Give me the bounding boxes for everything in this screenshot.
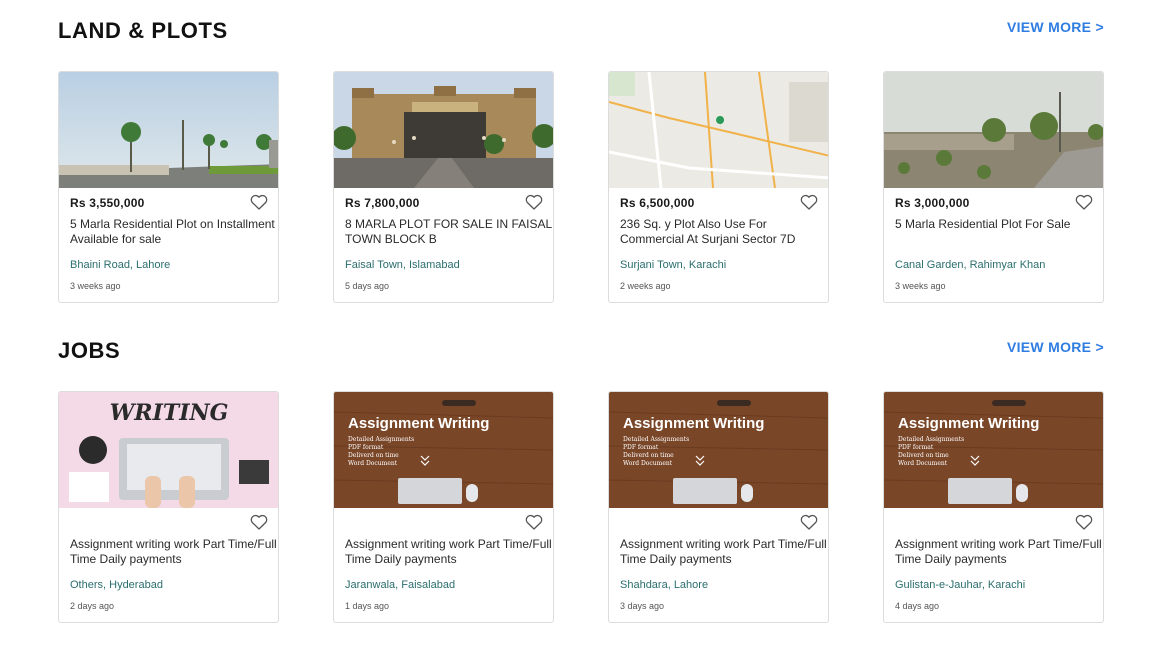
image-caption: Assignment Writing (348, 415, 489, 432)
jobs-section: JOBS VIEW MORE > WRITING Assignment writ… (58, 320, 1104, 623)
listing-location: Gulistan-e-Jauhar, Karachi (895, 579, 1026, 591)
image-caption: Assignment Writing (898, 415, 1039, 432)
listing-price: Rs 3,550,000 (70, 196, 145, 210)
listing-time: 5 days ago (345, 281, 390, 291)
listing-time: 1 days ago (345, 601, 390, 611)
section-title: JOBS (58, 338, 121, 363)
listing-card[interactable]: Rs 6,500,000 236 Sq. y Plot Also Use For… (608, 71, 829, 303)
listing-card[interactable]: Assignment Writing Detailed Assignments … (883, 391, 1104, 623)
favorite-heart-icon[interactable] (250, 194, 268, 210)
listing-title[interactable]: Assignment writing work Part Time/Full T… (895, 537, 1103, 567)
listing-time: 2 days ago (70, 601, 115, 611)
listing-location: Others, Hyderabad (70, 579, 163, 591)
listing-card[interactable]: Assignment Writing Detailed Assignments … (333, 391, 554, 623)
image-caption: Assignment Writing (623, 415, 764, 432)
image-bullet: Detailed Assignments (623, 436, 689, 443)
listing-image[interactable]: Assignment Writing Detailed Assignments … (884, 392, 1103, 508)
listing-image[interactable]: WRITING (59, 392, 278, 508)
listing-time: 3 weeks ago (70, 281, 121, 291)
listing-time: 3 days ago (620, 601, 665, 611)
listing-grid: WRITING Assignment writing work Part Tim… (58, 390, 1104, 623)
listing-location: Bhaini Road, Lahore (70, 259, 171, 271)
listing-price: Rs 6,500,000 (620, 196, 695, 210)
view-more-link[interactable]: VIEW MORE > (1007, 339, 1104, 355)
listing-time: 2 weeks ago (620, 281, 671, 291)
listing-title[interactable]: Assignment writing work Part Time/Full T… (620, 537, 828, 567)
listing-location: Canal Garden, Rahimyar Khan (895, 259, 1046, 271)
listing-price: Rs 7,800,000 (345, 196, 420, 210)
listing-card[interactable]: Rs 3,000,000 5 Marla Residential Plot Fo… (883, 71, 1104, 303)
listing-location: Shahdara, Lahore (620, 579, 709, 591)
image-bullet: PDF format (348, 444, 384, 451)
image-bullet: Word Document (898, 460, 948, 467)
listing-image[interactable] (334, 72, 553, 188)
image-bullet: Deliverd on time (348, 452, 399, 459)
listing-location: Faisal Town, Islamabad (345, 259, 460, 271)
listing-title[interactable]: 236 Sq. y Plot Also Use For Commercial A… (620, 217, 828, 247)
listing-image[interactable]: Assignment Writing Detailed Assignments … (609, 392, 828, 508)
listing-image[interactable] (59, 72, 278, 188)
image-bullet: Detailed Assignments (348, 436, 414, 443)
section-header: LAND & PLOTS VIEW MORE > (58, 0, 1104, 70)
favorite-heart-icon[interactable] (250, 514, 268, 530)
section-title: LAND & PLOTS (58, 18, 228, 43)
favorite-heart-icon[interactable] (1075, 514, 1093, 530)
listing-location: Jaranwala, Faisalabad (345, 579, 456, 591)
favorite-heart-icon[interactable] (1075, 194, 1093, 210)
image-bullet: Detailed Assignments (898, 436, 964, 443)
image-caption: WRITING (110, 400, 229, 426)
image-bullet: Word Document (623, 460, 673, 467)
listing-image[interactable] (609, 72, 828, 188)
listing-card[interactable]: Rs 3,550,000 5 Marla Residential Plot on… (58, 71, 279, 303)
land-plots-section: LAND & PLOTS VIEW MORE > Rs 3,550,000 5 … (58, 0, 1104, 303)
listing-card[interactable]: Rs 7,800,000 8 MARLA PLOT FOR SALE IN FA… (333, 71, 554, 303)
image-bullet: Deliverd on time (898, 452, 949, 459)
favorite-heart-icon[interactable] (800, 514, 818, 530)
listing-price: Rs 3,000,000 (895, 196, 970, 210)
image-bullet: Word Document (348, 460, 398, 467)
listing-time: 3 weeks ago (895, 281, 946, 291)
view-more-link[interactable]: VIEW MORE > (1007, 19, 1104, 35)
listing-image[interactable]: Assignment Writing Detailed Assignments … (334, 392, 553, 508)
favorite-heart-icon[interactable] (525, 514, 543, 530)
listing-image[interactable] (884, 72, 1103, 188)
image-bullet: PDF format (623, 444, 659, 451)
favorite-heart-icon[interactable] (525, 194, 543, 210)
listing-grid: Rs 3,550,000 5 Marla Residential Plot on… (58, 70, 1104, 303)
listing-title[interactable]: Assignment writing work Part Time/Full T… (345, 537, 553, 567)
image-bullet: PDF format (898, 444, 934, 451)
favorite-heart-icon[interactable] (800, 194, 818, 210)
listing-title[interactable]: 5 Marla Residential Plot For Sale (895, 217, 1103, 232)
listing-title[interactable]: 8 MARLA PLOT FOR SALE IN FAISAL TOWN BLO… (345, 217, 553, 247)
listing-title[interactable]: 5 Marla Residential Plot on Installment … (70, 217, 278, 247)
image-bullet: Deliverd on time (623, 452, 674, 459)
listing-card[interactable]: WRITING Assignment writing work Part Tim… (58, 391, 279, 623)
listing-card[interactable]: Assignment Writing Detailed Assignments … (608, 391, 829, 623)
section-header: JOBS VIEW MORE > (58, 320, 1104, 390)
listing-title[interactable]: Assignment writing work Part Time/Full T… (70, 537, 278, 567)
listing-location: Surjani Town, Karachi (620, 259, 727, 271)
listing-time: 4 days ago (895, 601, 940, 611)
